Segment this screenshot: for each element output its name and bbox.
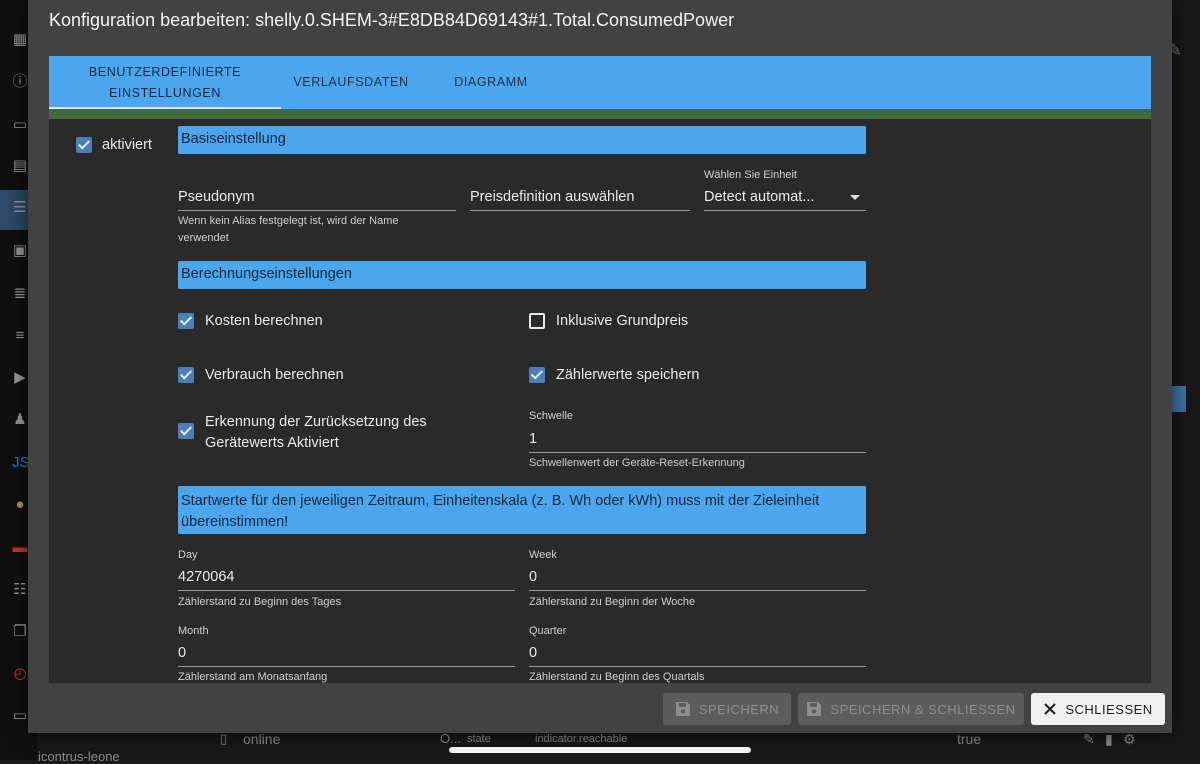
dialog-content: BENUTZERDEFINIERTE EINSTELLUNGEN VERLAUF… [49, 56, 1151, 683]
day-label: Day [178, 549, 198, 561]
settings-gear-icon[interactable]: ⚙ [1123, 731, 1136, 748]
floppy-disk-icon [806, 701, 822, 717]
quarter-input[interactable]: 0 [529, 640, 866, 667]
consumption-label: Verbrauch berechnen [205, 367, 344, 383]
tab-bar: BENUTZERDEFINIERTE EINSTELLUNGEN VERLAUF… [49, 56, 1151, 109]
terminal-icon[interactable]: ▭ [12, 708, 28, 724]
week-helper: Zählerstand zu Beginn der Woche [529, 596, 696, 608]
row-value: true [957, 731, 982, 747]
meter-values-label: Zählerwerte speichern [556, 367, 700, 383]
base-price-checkbox[interactable] [529, 313, 545, 329]
hosts-icon[interactable]: ☷ [12, 582, 28, 598]
chevron-down-icon [850, 195, 860, 200]
close-button-label: SCHLIESSEN [1065, 701, 1153, 717]
start-header-line1: Startwerte für den jeweiligen Zeitraum, … [181, 493, 820, 509]
config-dialog: Konfiguration bearbeiten: shelly.0.SHEM-… [28, 0, 1172, 733]
price-definition-value: Preisdefinition auswählen [470, 189, 635, 205]
reset-detection-label: Erkennung der Zurücksetzung des Gerätewe… [205, 412, 427, 454]
floppy-disk-icon [675, 701, 691, 717]
row-col2: O... [440, 731, 461, 746]
unit-label: Wählen Sie Einheit [704, 169, 797, 181]
section-header-calculation: Berechnungseinstellungen [178, 261, 866, 289]
tab-chart[interactable]: DIAGRAMM [435, 56, 547, 109]
reset-detection-line1: Erkennung der Zurücksetzung des [205, 414, 427, 430]
enums-icon[interactable]: ▣ [12, 243, 28, 259]
consumption-checkbox[interactable] [178, 367, 194, 383]
threshold-value: 1 [529, 431, 538, 447]
row-col4: indicator.reachable [535, 733, 628, 745]
reset-detection-checkbox[interactable] [178, 423, 194, 439]
alias-value: Pseudonym [178, 189, 255, 205]
user-icon[interactable]: ♟ [12, 412, 28, 428]
instances-icon[interactable]: ▤ [12, 158, 28, 174]
unit-value: Detect automat... [704, 189, 815, 205]
day-helper: Zählerstand zu Beginn des Tages [178, 596, 342, 608]
save-button-label: SPEICHERN [698, 701, 780, 717]
base-price-label: Inklusive Grundpreis [556, 313, 689, 329]
info-icon[interactable]: ⓘ [12, 74, 28, 90]
week-input[interactable]: 0 [529, 564, 866, 591]
store-icon[interactable]: ▭ [12, 117, 28, 133]
costs-checkbox[interactable] [178, 313, 194, 329]
day-input[interactable]: 4270064 [178, 564, 515, 591]
video-icon[interactable]: ▶ [12, 370, 28, 386]
day-value: 4270064 [178, 569, 235, 585]
alias-helper-line2: verwendet [178, 232, 229, 244]
month-label: Month [178, 625, 209, 637]
save-close-button[interactable]: SPEICHERN & SCHLIESSEN [798, 693, 1024, 725]
meter-values-checkbox[interactable] [529, 367, 545, 383]
threshold-label: Schwelle [529, 410, 574, 422]
week-label: Week [529, 549, 557, 561]
status-strip [49, 109, 1151, 119]
adapter-icon[interactable]: ▬ [12, 540, 28, 556]
close-button[interactable]: SCHLIESSEN [1031, 693, 1165, 725]
tab-custom-settings-line1: BENUTZERDEFINIERTE [88, 64, 242, 79]
month-value: 0 [178, 645, 187, 661]
quarter-helper: Zählerstand zu Beginn des Quartals [529, 671, 705, 683]
objects-icon[interactable]: ☰ [12, 200, 28, 216]
file-icon: ▯ [220, 731, 228, 746]
close-icon [1043, 702, 1057, 716]
logs-icon[interactable]: ≣ [12, 286, 28, 302]
month-helper: Zählerstand am Monatsanfang [178, 671, 328, 683]
section-header-start-values: Startwerte für den jeweiligen Zeitraum, … [178, 486, 866, 534]
row-col3: state [467, 733, 491, 745]
save-close-button-label: SPEICHERN & SCHLIESSEN [830, 701, 1016, 717]
tab-custom-settings-line2: EINSTELLUNGEN [109, 85, 221, 100]
enabled-checkbox[interactable] [76, 137, 92, 153]
tab-history-data[interactable]: VERLAUFSDATEN [281, 56, 421, 109]
save-button[interactable]: SPEICHERN [663, 693, 791, 725]
files-icon[interactable]: ❐ [12, 624, 28, 640]
delete-icon[interactable]: ▮ [1105, 731, 1113, 748]
avatar-icon[interactable]: ● [12, 497, 28, 513]
bg-bottom-text: icontrus-leone [38, 749, 120, 764]
enabled-label: aktiviert [102, 137, 152, 153]
alias-helper: Wenn kein Alias festgelegt ist, wird der… [178, 213, 399, 247]
selected-row-accent [1170, 386, 1186, 412]
threshold-input[interactable]: 1 [529, 426, 866, 453]
quarter-label: Quarter [529, 625, 567, 637]
week-value: 0 [529, 569, 538, 585]
edit-icon[interactable]: ✎ [1083, 731, 1095, 748]
start-header-line2: übereinstimmen! [181, 514, 289, 530]
month-input[interactable]: 0 [178, 640, 515, 667]
reset-detection-line2: Gerätewerts Aktiviert [205, 435, 339, 451]
script-icon[interactable]: JS [12, 455, 30, 471]
alias-field[interactable]: Pseudonym [178, 184, 456, 211]
tab-custom-settings[interactable]: BENUTZERDEFINIERTE EINSTELLUNGEN [49, 56, 281, 109]
dialog-title: Konfiguration bearbeiten: shelly.0.SHEM-… [49, 10, 735, 30]
threshold-helper: Schwellenwert der Geräte-Reset-Erkennung [529, 457, 745, 469]
alias-helper-line1: Wenn kein Alias festgelegt ist, wird der… [178, 215, 399, 227]
grid-icon[interactable]: ▦ [12, 32, 28, 48]
row-name: online [243, 731, 281, 747]
backup-icon[interactable]: ◴ [12, 666, 28, 682]
unit-select[interactable]: Detect automat... [704, 184, 866, 211]
quarter-value: 0 [529, 645, 538, 661]
costs-label: Kosten berechnen [205, 313, 323, 329]
list-icon[interactable]: ≡ [12, 328, 28, 344]
home-indicator [449, 747, 751, 753]
section-header-basic: Basiseinstellung [178, 126, 866, 154]
price-definition-select[interactable]: Preisdefinition auswählen [470, 184, 690, 211]
